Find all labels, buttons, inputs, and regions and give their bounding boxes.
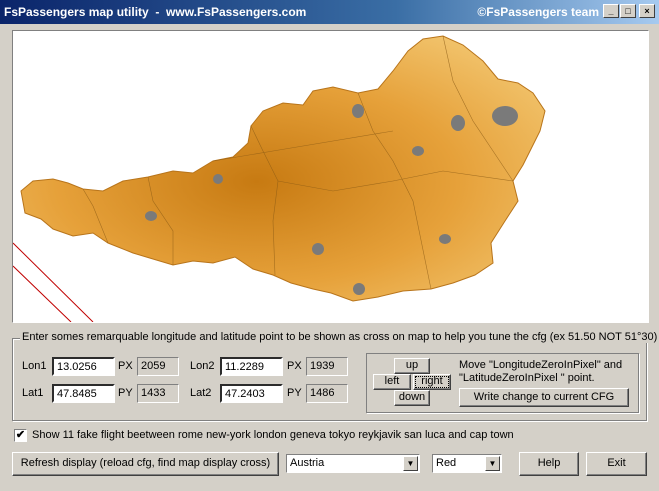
left-button[interactable]: left bbox=[373, 374, 411, 390]
lat2-input[interactable] bbox=[220, 384, 283, 403]
write-cfg-button[interactable]: Write change to current CFG bbox=[459, 388, 629, 407]
map-select-value: Austria bbox=[290, 457, 325, 469]
fake-flight-label: Show 11 fake flight beetween rome new-yo… bbox=[32, 429, 514, 441]
title-bar: FsPassengers map utility - www.FsPasseng… bbox=[0, 0, 659, 24]
cross-line bbox=[13, 265, 72, 322]
lat1-label: Lat1 bbox=[22, 387, 44, 399]
lon1-input[interactable] bbox=[52, 357, 115, 376]
instructions-label: Enter somes remarquable longitude and la… bbox=[20, 331, 659, 343]
lat1-input[interactable] bbox=[52, 384, 115, 403]
up-button[interactable]: up bbox=[394, 358, 430, 374]
py1-value: 1433 bbox=[137, 384, 179, 403]
maximize-button[interactable]: □ bbox=[620, 4, 636, 18]
help-button[interactable]: Help bbox=[519, 452, 579, 476]
px1-label: PX bbox=[118, 360, 133, 372]
move-description: Move "LongitudeZeroInPixel" and "Latitud… bbox=[459, 359, 623, 384]
px2-label: PX bbox=[287, 360, 302, 372]
close-button[interactable]: × bbox=[639, 4, 655, 18]
px2-value: 1939 bbox=[306, 357, 348, 376]
austria-map bbox=[13, 35, 546, 322]
map-display[interactable] bbox=[12, 30, 649, 323]
austria-shape bbox=[20, 35, 546, 302]
lon2-label: Lon2 bbox=[190, 360, 215, 372]
lon2-input[interactable] bbox=[220, 357, 283, 376]
lat2-label: Lat2 bbox=[190, 387, 212, 399]
py2-label: PY bbox=[287, 387, 302, 399]
fake-flight-checkbox[interactable]: ✔ bbox=[14, 429, 27, 442]
team-credit: ©FsPassengers team bbox=[477, 5, 599, 19]
chevron-down-icon[interactable]: ▼ bbox=[485, 456, 500, 471]
py2-value: 1486 bbox=[306, 384, 348, 403]
color-select-value: Red bbox=[436, 457, 457, 469]
chevron-down-icon[interactable]: ▼ bbox=[403, 456, 418, 471]
px1-value: 2059 bbox=[137, 357, 179, 376]
minimize-button[interactable]: _ bbox=[603, 4, 619, 18]
map-select[interactable]: Austria ▼ bbox=[286, 454, 420, 473]
right-button[interactable]: right bbox=[413, 374, 451, 390]
refresh-button[interactable]: Refresh display (reload cfg, find map di… bbox=[12, 452, 279, 476]
exit-button[interactable]: Exit bbox=[586, 452, 647, 476]
down-button[interactable]: down bbox=[394, 390, 430, 406]
py1-label: PY bbox=[118, 387, 133, 399]
cross-line bbox=[13, 242, 94, 322]
lon1-label: Lon1 bbox=[22, 360, 47, 372]
window-title: FsPassengers map utility - www.FsPasseng… bbox=[4, 5, 307, 19]
color-select[interactable]: Red ▼ bbox=[432, 454, 502, 473]
